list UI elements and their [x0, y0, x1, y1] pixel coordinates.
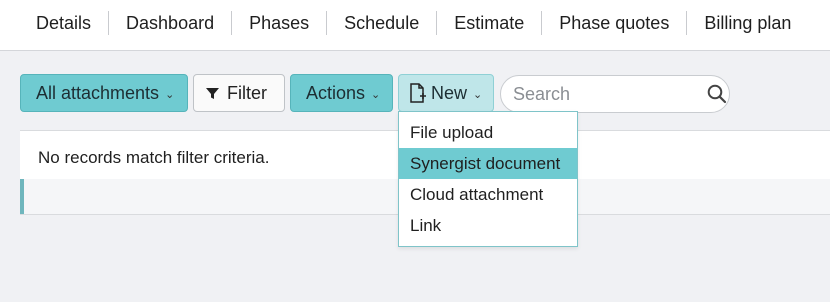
footer-accent-bar	[20, 179, 24, 214]
search-box	[500, 75, 730, 113]
tab-phases[interactable]: Phases	[231, 11, 326, 35]
search-input[interactable]	[511, 82, 695, 106]
empty-state-message: No records match filter criteria.	[38, 148, 270, 167]
menu-item-cloud-attachment[interactable]: Cloud attachment	[399, 179, 577, 210]
document-plus-icon	[409, 83, 426, 103]
tab-bar: Details Dashboard Phases Schedule Estima…	[0, 0, 830, 51]
chevron-down-icon: ⌄	[165, 88, 175, 101]
filter-button[interactable]: Filter	[193, 74, 285, 112]
chevron-down-icon: ⌄	[473, 88, 483, 101]
new-label: New	[431, 82, 468, 103]
filter-label: Filter	[227, 82, 267, 103]
all-attachments-label: All attachments	[36, 82, 160, 103]
tab-details[interactable]: Details	[0, 11, 108, 35]
tab-schedule[interactable]: Schedule	[326, 11, 436, 35]
actions-button[interactable]: Actions ⌄	[290, 74, 393, 112]
all-attachments-button[interactable]: All attachments ⌄	[20, 74, 188, 112]
new-menu-dropdown: File upload Synergist document Cloud att…	[398, 111, 578, 247]
actions-label: Actions	[306, 82, 366, 103]
chevron-down-icon: ⌄	[371, 88, 381, 101]
menu-item-link[interactable]: Link	[399, 210, 577, 241]
magnifier-icon[interactable]	[707, 84, 727, 104]
menu-item-file-upload[interactable]: File upload	[399, 117, 577, 148]
funnel-icon	[205, 86, 220, 101]
tab-phase-quotes[interactable]: Phase quotes	[541, 11, 686, 35]
tab-estimate[interactable]: Estimate	[436, 11, 541, 35]
tab-billing-plan[interactable]: Billing plan	[686, 11, 808, 35]
tab-dashboard[interactable]: Dashboard	[108, 11, 231, 35]
menu-item-synergist-document[interactable]: Synergist document	[399, 148, 577, 179]
new-button[interactable]: New ⌄	[398, 74, 494, 112]
